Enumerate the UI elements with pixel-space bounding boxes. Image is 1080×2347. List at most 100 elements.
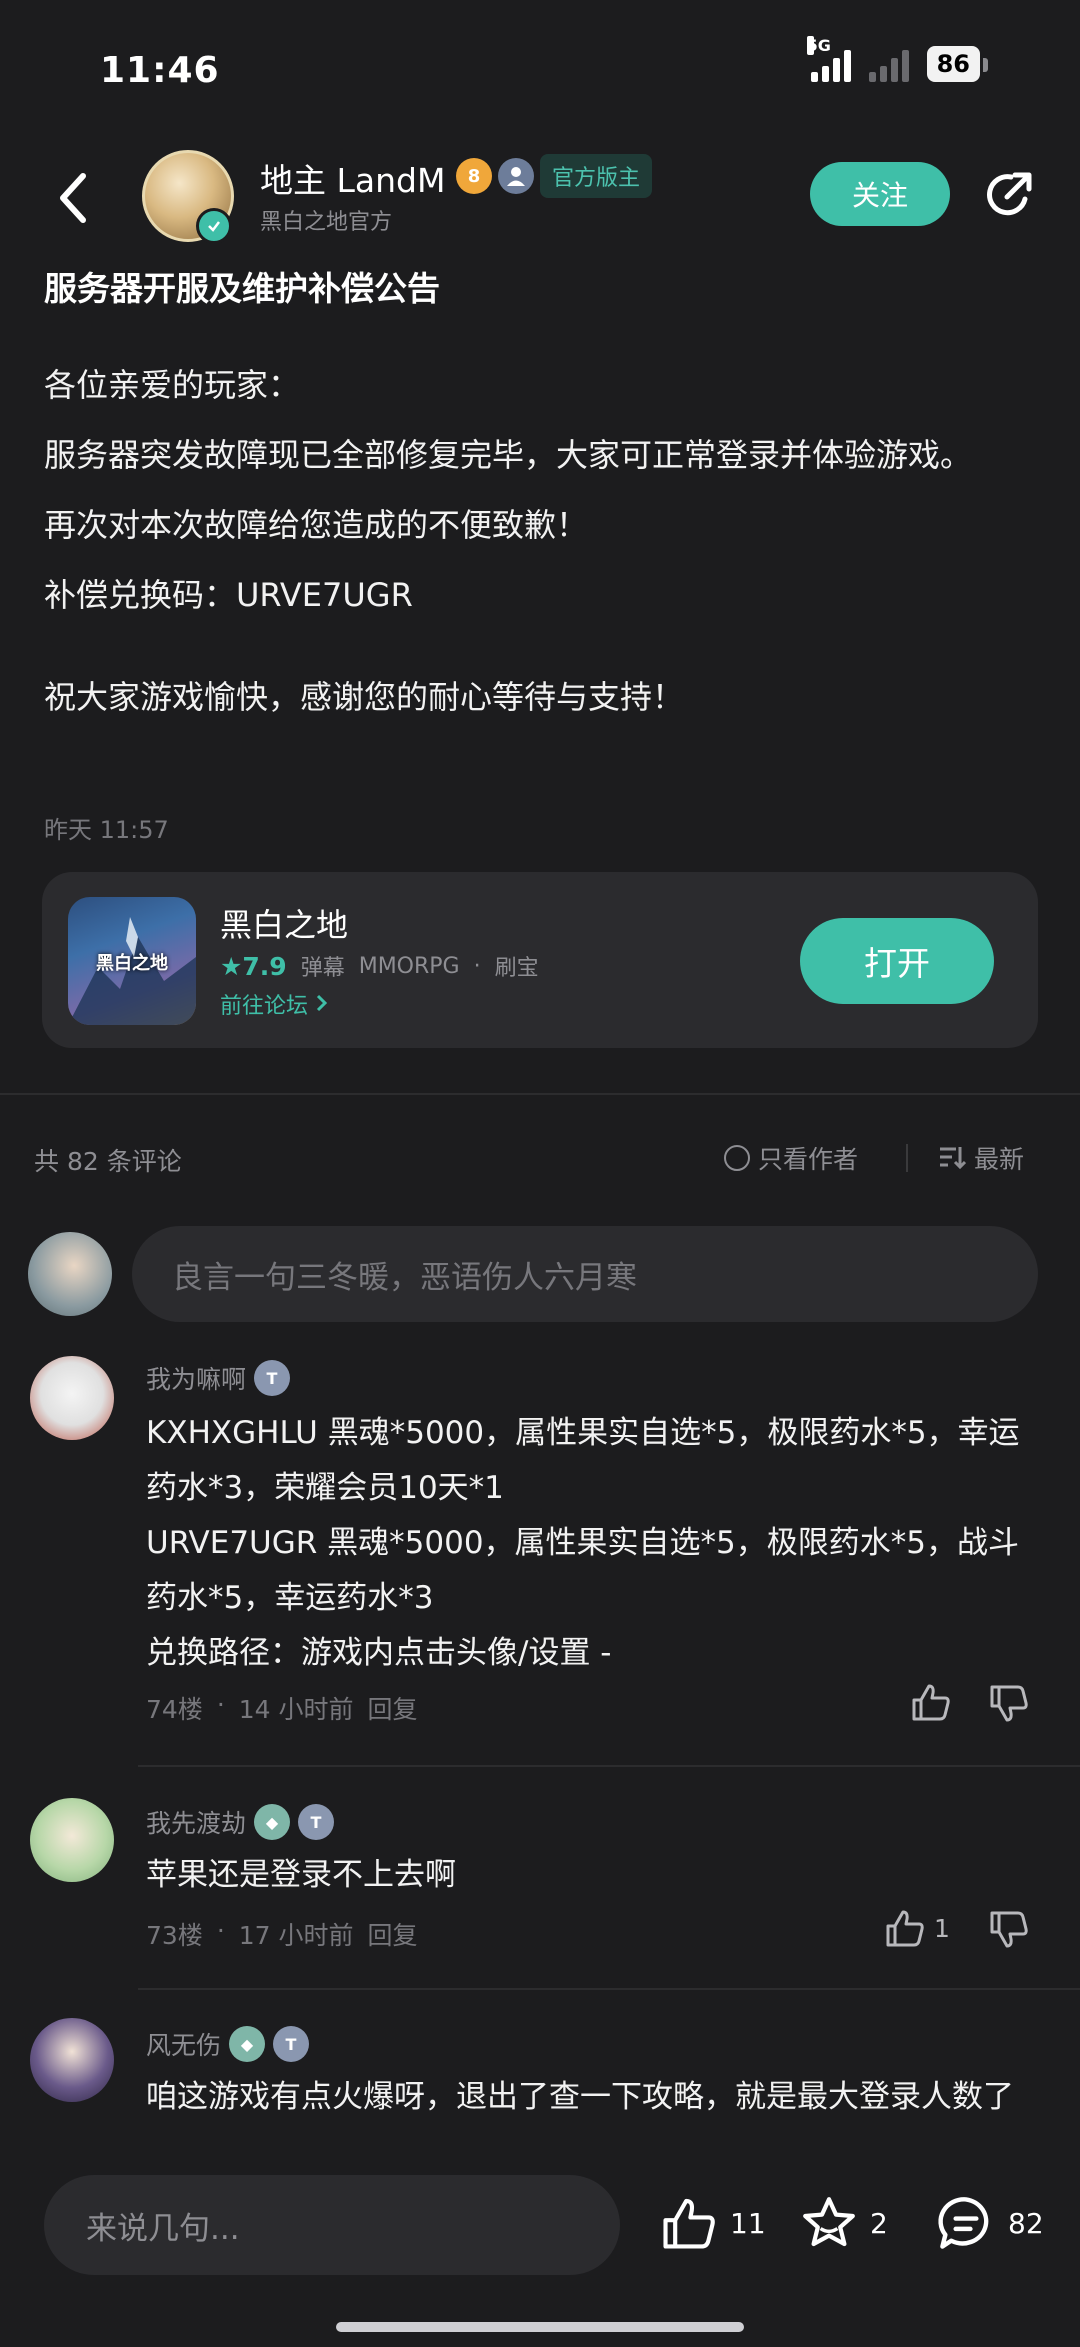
comment-line: KXHXGHLU 黑魂*5000，属性果实自选*5，极限药水*5，幸运药水*3，… (146, 1415, 1020, 1506)
follow-button[interactable]: 关注 (810, 162, 950, 226)
game-tag: MMORPG (358, 953, 460, 979)
only-author-toggle[interactable]: 只看作者 (724, 1140, 858, 1176)
like-button[interactable] (910, 1682, 960, 1722)
star-icon (803, 2197, 855, 2247)
commenter-avatar[interactable] (30, 1356, 114, 1440)
reply-input[interactable]: 来说几句... (44, 2175, 620, 2275)
chevron-right-icon (316, 994, 328, 1012)
meta-separator: · (216, 1916, 225, 1945)
status-indicators: 5G 86 (806, 36, 989, 82)
sort-separator (906, 1144, 908, 1172)
post-line: 各位亲爱的玩家： (44, 366, 301, 404)
comment-count: 82 (1008, 2206, 1044, 2240)
meta-separator: · (216, 1690, 225, 1719)
user-level-icon: T (273, 2026, 310, 2062)
post-line: 再次对本次故障给您造成的不便致歉！ (44, 506, 589, 544)
post-line: 补偿兑换码：URVE7UGR (44, 576, 413, 614)
game-rating: ★7.9 (220, 951, 287, 981)
game-card[interactable]: 黑白之地 黑白之地 ★7.9 弹幕 MMORPG · 刷宝 前往论坛 打开 (42, 872, 1038, 1048)
game-name: 黑白之地 (220, 906, 349, 944)
home-indicator[interactable] (336, 2322, 744, 2332)
reply-button[interactable]: 回复 (368, 1690, 418, 1726)
comment-line: 兑换路径：游戏内点击头像/设置 - (146, 1635, 612, 1671)
commenter-avatar[interactable] (30, 2018, 114, 2102)
comment-text: KXHXGHLU 黑魂*5000，属性果实自选*5，极限药水*5，幸运药水*3，… (146, 1406, 1046, 1681)
author-name[interactable]: 地主 LandM (260, 154, 445, 202)
radio-icon (724, 1145, 750, 1171)
status-bar: 11:46 5G 86 (0, 0, 1080, 140)
comments-button[interactable]: 82 (936, 2195, 1044, 2251)
verified-icon (196, 208, 232, 244)
open-game-button[interactable]: 打开 (800, 918, 994, 1004)
comment-floor: 73楼 (146, 1921, 203, 1950)
commenter-row: 我为嘛啊 T (146, 1360, 291, 1396)
commenter-avatar[interactable] (30, 1798, 114, 1882)
commenter-row: 我先渡劫 ◆ T (146, 1804, 335, 1840)
user-level-icon: T (298, 1804, 335, 1840)
back-button[interactable] (48, 168, 96, 228)
battery-icon: 86 (926, 46, 989, 82)
secondary-signal-icon (868, 46, 909, 82)
commenter-row: 风无伤 ◆ T (146, 2026, 310, 2062)
forum-link[interactable]: 前往论坛 (220, 988, 329, 1020)
back-arrow-icon (60, 173, 86, 223)
dislike-button[interactable] (988, 1684, 1030, 1724)
favorite-button[interactable]: 2 (800, 2195, 888, 2251)
my-avatar (28, 1232, 112, 1316)
comment-input[interactable]: 良言一句三冬暖，恶语伤人六月寒 (132, 1226, 1038, 1322)
post-line: 服务器突发故障现已全部修复完毕，大家可正常登录并体验游戏。 (44, 436, 973, 474)
commenter-name[interactable]: 我先渡劫 (146, 1804, 246, 1840)
forum-link-label: 前往论坛 (220, 994, 309, 1019)
medal-icon: ◆ (229, 2026, 266, 2062)
sort-button[interactable]: 最新 (938, 1140, 1024, 1176)
post-header: 地主 LandM 8 官方版主 黑白之地官方 关注 (0, 140, 1080, 260)
comment-text: 苹果还是登录不上去啊 (146, 1848, 1046, 1903)
commenter-name[interactable]: 我为嘛啊 (146, 1360, 246, 1396)
level-badge: 8 (456, 158, 492, 194)
game-icon-text: 黑白之地 (96, 953, 168, 974)
comment-time: 17 小时前 (238, 1921, 354, 1950)
comment-line: URVE7UGR 黑魂*5000，属性果实自选*5，极限药水*5，战斗药水*5，… (146, 1525, 1019, 1616)
game-tag: 弹幕 (300, 956, 345, 981)
sort-icon (940, 1147, 966, 1170)
post-like-button[interactable]: 11 (660, 2195, 766, 2251)
comments-count: 共 82 条评论 (34, 1147, 182, 1176)
comment-meta: 73楼 · 17 小时前 回复 (146, 1916, 418, 1952)
game-tag: 刷宝 (494, 956, 539, 981)
share-icon (987, 172, 1032, 216)
comment-item: 风无伤 ◆ T 咱这游戏有点火爆呀，退出了查一下攻略，就是最大登录人数了 (0, 2018, 1080, 2146)
thumbs-up-icon (886, 1910, 924, 1947)
commenter-name[interactable]: 风无伤 (146, 2026, 221, 2062)
comment-text: 咱这游戏有点火爆呀，退出了查一下攻略，就是最大登录人数了 (146, 2070, 1046, 2125)
post-closing: 祝大家游戏愉快，感谢您的耐心等待与支持！ (44, 678, 685, 716)
bottom-bar: 来说几句... 11 2 82 (0, 2150, 1080, 2347)
comment-divider (138, 1988, 1080, 1990)
user-level-icon: T (254, 1360, 291, 1396)
only-author-label: 只看作者 (758, 1145, 859, 1174)
thumbs-down-icon (990, 1685, 1028, 1722)
dislike-button[interactable] (988, 1910, 1030, 1950)
comment-line: 苹果还是登录不上去啊 (146, 1857, 456, 1893)
game-icon[interactable]: 黑白之地 (68, 897, 196, 1025)
author-subtitle: 黑白之地官方 (260, 210, 393, 235)
reply-button[interactable]: 回复 (368, 1916, 418, 1952)
comment-meta: 74楼 · 14 小时前 回复 (146, 1690, 418, 1726)
official-moderator-badge: 官方版主 (540, 154, 653, 198)
like-button[interactable]: 1 (884, 1908, 950, 1948)
network-type: 5G (806, 36, 831, 55)
moderator-icon (498, 158, 534, 194)
cellular-signal-icon: 5G (806, 36, 851, 82)
sort-label: 最新 (974, 1145, 1025, 1174)
share-button[interactable] (980, 166, 1038, 224)
status-time: 11:46 (100, 50, 220, 91)
favorite-count: 2 (870, 2206, 888, 2240)
comment-time: 14 小时前 (238, 1695, 354, 1724)
post-like-count: 11 (730, 2206, 766, 2240)
tag-separator: · (473, 953, 481, 979)
comment-line: 咱这游戏有点火爆呀，退出了查一下攻略，就是最大登录人数了 (146, 2079, 1014, 2115)
like-count: 1 (934, 1913, 950, 1943)
thumbs-up-icon (912, 1684, 950, 1721)
thumbs-up-icon (663, 2198, 715, 2249)
post-body: 各位亲爱的玩家： 服务器突发故障现已全部修复完毕，大家可正常登录并体验游戏。 再… (44, 350, 1034, 732)
comment-bubble-icon (938, 2197, 989, 2249)
